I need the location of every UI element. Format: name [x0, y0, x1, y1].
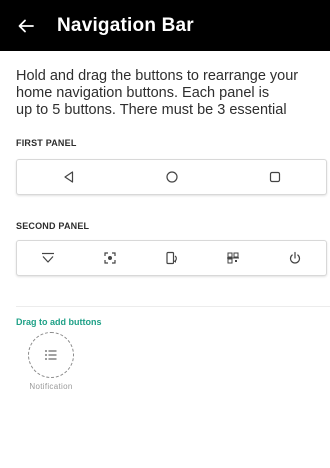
- nav-button-back[interactable]: [17, 160, 120, 194]
- app-bar: Navigation Bar: [0, 0, 330, 51]
- notification-list-icon: [45, 350, 57, 360]
- nav-button-qr-scan[interactable]: [202, 241, 264, 275]
- drag-item-circle: [28, 332, 74, 378]
- back-button[interactable]: [0, 0, 51, 51]
- second-panel-label: SECOND PANEL: [16, 221, 90, 231]
- nav-button-recents[interactable]: [223, 160, 326, 194]
- screenshot-icon: [104, 252, 116, 264]
- draggable-button-notification[interactable]: Notification: [18, 332, 84, 391]
- nav-button-home[interactable]: [120, 160, 223, 194]
- power-icon: [290, 251, 301, 264]
- drag-item-label: Notification: [29, 382, 73, 391]
- recents-square-icon: [269, 171, 280, 183]
- second-panel: [16, 240, 327, 276]
- nav-button-rotate[interactable]: [141, 241, 203, 275]
- hide-keyboard-icon: [41, 252, 54, 263]
- first-panel-label: FIRST PANEL: [16, 138, 77, 148]
- home-circle-icon: [165, 171, 178, 183]
- nav-button-power[interactable]: [264, 241, 326, 275]
- qr-scan-icon: [227, 252, 240, 264]
- page-title: Navigation Bar: [57, 14, 194, 36]
- drag-section-label: Drag to add buttons: [16, 317, 102, 327]
- first-panel: [16, 159, 327, 195]
- nav-button-screenshot[interactable]: [79, 241, 141, 275]
- nav-button-hide-keyboard[interactable]: [17, 241, 79, 275]
- rotate-icon: [166, 251, 178, 265]
- arrow-left-icon: [18, 19, 34, 32]
- instructions-text: Hold and drag the buttons to rearrange y…: [16, 68, 299, 118]
- section-divider: [16, 306, 330, 307]
- back-triangle-icon: [63, 171, 73, 183]
